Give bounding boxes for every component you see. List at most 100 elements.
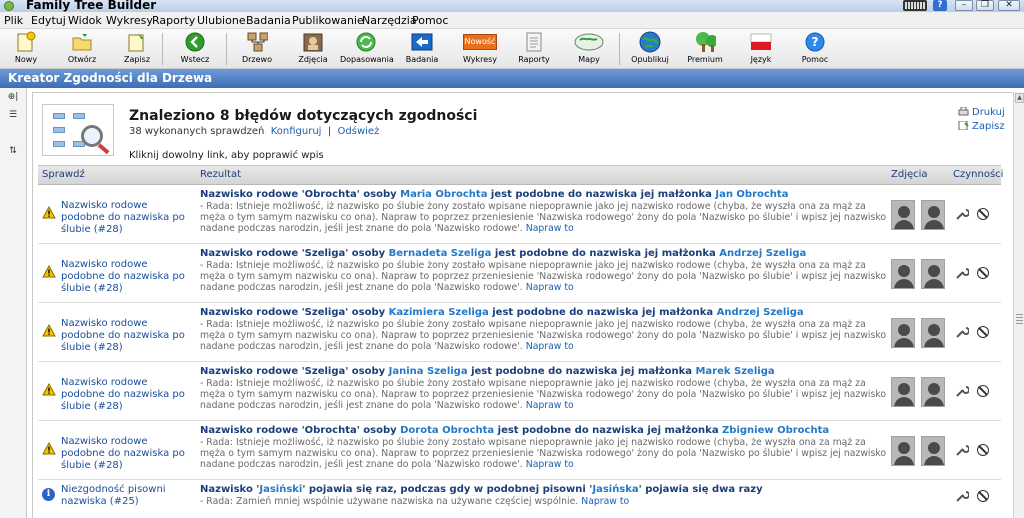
silhouette-photo-icon[interactable] [921, 377, 945, 407]
menu-ulubione[interactable]: Ulubione [197, 14, 246, 27]
fix-link[interactable]: Napraw to [526, 282, 574, 293]
col-check[interactable]: Sprawdź [42, 169, 85, 180]
language-button[interactable]: Język [746, 31, 776, 64]
fix-link[interactable]: Napraw to [526, 341, 574, 352]
silhouette-photo-icon[interactable] [921, 436, 945, 466]
publish-button[interactable]: Opublikuj [630, 31, 670, 64]
person-link[interactable]: Bernadeta Szeliga [389, 248, 492, 259]
check-type-link[interactable]: Niezgodność pisowni nazwiska (#25) [61, 484, 191, 508]
scroll-grip[interactable] [1016, 314, 1023, 324]
configure-link[interactable]: Konfiguruj [271, 126, 322, 137]
surname-link[interactable]: Jasiński [259, 484, 302, 495]
scroll-up-icon[interactable]: ▲ [1015, 93, 1024, 103]
spouse-link[interactable]: Jan Obrochta [715, 189, 788, 200]
spouse-link[interactable]: Andrzej Szeliga [719, 248, 806, 259]
silhouette-photo-icon[interactable] [891, 436, 915, 466]
print-label: Drukuj [972, 107, 1005, 118]
photos-button[interactable]: Zdjęcia [296, 31, 330, 64]
menu-pomoc[interactable]: Pomoc [412, 14, 448, 27]
sort-icon[interactable]: ⇅ [3, 146, 23, 160]
col-result[interactable]: Rezultat [200, 169, 241, 180]
save-action[interactable]: Zapisz [958, 121, 1005, 132]
family-tree-icon [246, 31, 268, 53]
menu-widok[interactable]: Widok [68, 14, 102, 27]
open-folder-icon [71, 31, 93, 53]
wrench-icon[interactable] [955, 266, 969, 280]
surname-link[interactable]: Jasińska [592, 484, 638, 495]
vertical-scrollbar[interactable]: ▲ [1013, 92, 1024, 518]
fix-link[interactable]: Napraw to [526, 459, 574, 470]
refresh-link[interactable]: Odśwież [338, 126, 380, 137]
silhouette-photo-icon[interactable] [891, 259, 915, 289]
wrench-icon[interactable] [955, 489, 969, 503]
silhouette-photo-icon[interactable] [891, 318, 915, 348]
ignore-icon[interactable] [977, 326, 989, 338]
silhouette-photo-icon[interactable] [921, 200, 945, 230]
research-button[interactable]: Badania [404, 31, 440, 64]
tree-button[interactable]: Drzewo [240, 31, 274, 64]
premium-button[interactable]: Premium [686, 31, 724, 64]
silhouette-photo-icon[interactable] [921, 259, 945, 289]
menu-raporty[interactable]: Raporty [152, 14, 195, 27]
charts-button[interactable]: Nowość Wykresy [460, 31, 500, 64]
wrench-icon[interactable] [955, 207, 969, 221]
menu-publikowanie[interactable]: Publikowanie [292, 14, 364, 27]
silhouette-photo-icon[interactable] [921, 318, 945, 348]
check-type-link[interactable]: Nazwisko rodowe podobne do nazwiska po ś… [61, 436, 191, 472]
print-action[interactable]: Drukuj [958, 107, 1005, 118]
matches-button[interactable]: Dopasowania [340, 31, 394, 64]
col-photos[interactable]: Zdjęcia [891, 169, 928, 180]
new-button[interactable]: Nowy [12, 31, 40, 64]
spouse-link[interactable]: Zbigniew Obrochta [722, 425, 829, 436]
check-type-link[interactable]: Nazwisko rodowe podobne do nazwiska po ś… [61, 259, 191, 295]
matches-icon [355, 31, 377, 53]
check-type-link[interactable]: Nazwisko rodowe podobne do nazwiska po ś… [61, 377, 191, 413]
col-actions[interactable]: Czynności [953, 169, 1003, 180]
help-toolbar-button[interactable]: ? Pomoc [800, 31, 830, 64]
wrench-icon[interactable] [955, 384, 969, 398]
ignore-icon[interactable] [977, 385, 989, 397]
help-button[interactable]: ? [933, 0, 947, 11]
fix-link[interactable]: Napraw to [526, 223, 574, 234]
ignore-icon[interactable] [977, 490, 989, 502]
result-cell: Nazwisko rodowe 'Szeliga' osoby Janina S… [200, 366, 887, 412]
wrench-icon[interactable] [955, 325, 969, 339]
check-type-link[interactable]: Nazwisko rodowe podobne do nazwiska po ś… [61, 200, 191, 236]
list-view-icon[interactable]: ☰ [3, 110, 23, 124]
wrench-icon[interactable] [955, 443, 969, 457]
expand-icon[interactable]: ⊕| [3, 92, 23, 106]
publish-label: Opublikuj [631, 55, 669, 64]
table-header: Sprawdź Rezultat Zdjęcia Czynności [38, 165, 1003, 185]
menu-wykresy[interactable]: Wykresy [106, 14, 153, 27]
menu-plik[interactable]: Plik [4, 14, 23, 27]
silhouette-photo-icon[interactable] [891, 200, 915, 230]
person-link[interactable]: Dorota Obrochta [400, 425, 494, 436]
open-button[interactable]: Otwórz [66, 31, 98, 64]
restore-button[interactable]: ❐ [976, 0, 994, 11]
spouse-link[interactable]: Marek Szeliga [695, 366, 774, 377]
minimize-button[interactable]: – [955, 0, 973, 11]
spouse-link[interactable]: Andrzej Szeliga [717, 307, 804, 318]
research-icon [411, 31, 433, 53]
silhouette-photo-icon[interactable] [891, 377, 915, 407]
person-link[interactable]: Kazimiera Szeliga [389, 307, 489, 318]
reports-button[interactable]: Raporty [516, 31, 552, 64]
person-link[interactable]: Janina Szeliga [389, 366, 468, 377]
keyboard-icon[interactable] [903, 0, 927, 11]
fix-link[interactable]: Napraw to [526, 400, 574, 411]
ignore-icon[interactable] [977, 267, 989, 279]
premium-label: Premium [687, 55, 723, 64]
check-type-link[interactable]: Nazwisko rodowe podobne do nazwiska po ś… [61, 318, 191, 354]
save-button[interactable]: Zapisz [122, 31, 152, 64]
person-link[interactable]: Maria Obrochta [400, 189, 487, 200]
close-button[interactable]: ✕ [998, 0, 1020, 11]
menu-edytuj[interactable]: Edytuj [31, 14, 66, 27]
ignore-icon[interactable] [977, 444, 989, 456]
menu-narzedzia[interactable]: Narzędzia [362, 14, 417, 27]
ignore-icon[interactable] [977, 208, 989, 220]
fix-link[interactable]: Napraw to [581, 496, 629, 507]
maps-button[interactable]: Mapy [572, 31, 606, 64]
menu-badania[interactable]: Badania [246, 14, 291, 27]
maps-icon [574, 31, 604, 53]
back-button[interactable]: Wstecz [178, 31, 212, 64]
